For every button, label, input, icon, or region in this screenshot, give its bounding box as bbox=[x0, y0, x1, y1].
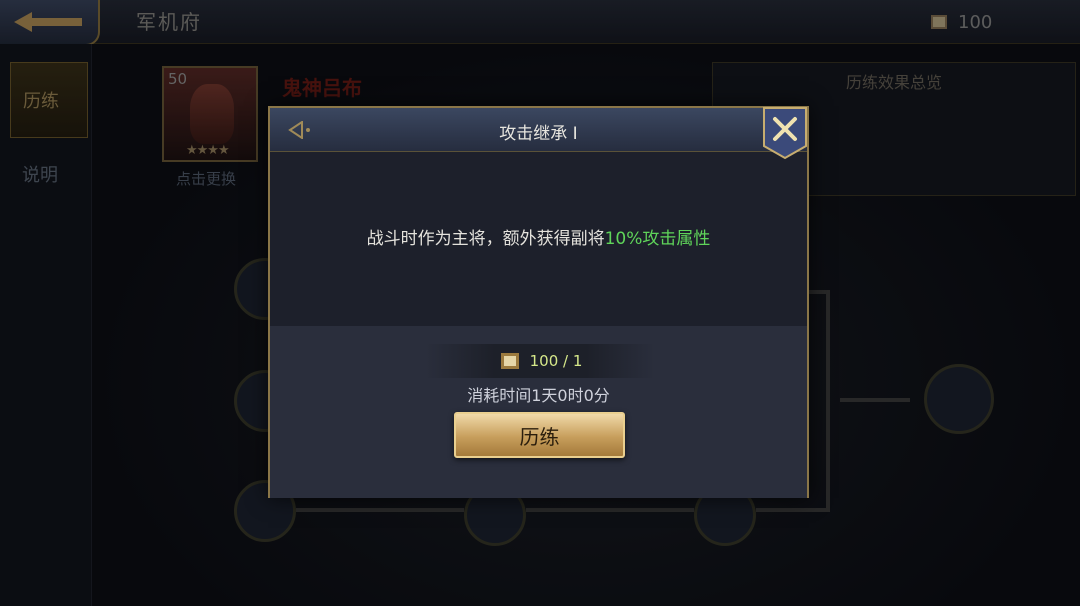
dialog-body: 战斗时作为主将，额外获得副将10%攻击属性 bbox=[270, 152, 807, 326]
dialog-footer: 100 / 1 消耗时间1天0时0分 历练 bbox=[270, 326, 807, 498]
dialog-header: 攻击继承 I bbox=[270, 108, 807, 152]
train-button[interactable]: 历练 bbox=[454, 412, 625, 458]
time-cost: 消耗时间1天0时0分 bbox=[467, 386, 610, 405]
scroll-icon bbox=[500, 353, 519, 369]
description-highlight: 10%攻击属性 bbox=[604, 229, 711, 249]
cost-value: 100 / 1 bbox=[529, 352, 583, 370]
description-text: 战斗时作为主将，额外获得副将 bbox=[366, 229, 605, 249]
skill-description: 战斗时作为主将，额外获得副将10%攻击属性 bbox=[270, 224, 807, 249]
cost-row: 100 / 1 bbox=[425, 344, 655, 378]
dialog-title: 攻击继承 I bbox=[499, 124, 578, 144]
skill-dialog: 攻击继承 I 战斗时作为主将，额外获得副将10%攻击属性 100 / 1 消耗时… bbox=[268, 106, 809, 498]
close-icon[interactable] bbox=[762, 106, 808, 160]
